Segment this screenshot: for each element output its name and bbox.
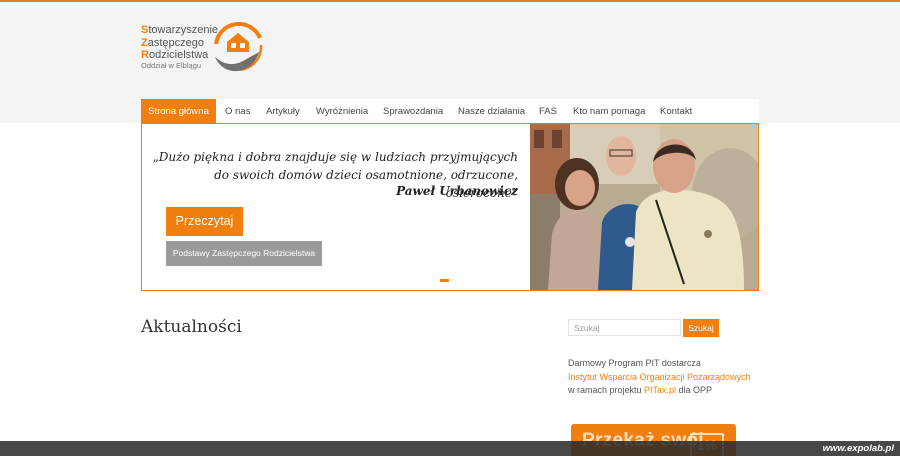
family-photo xyxy=(530,124,758,290)
nav-item-supporters[interactable]: Kto nam pomaga xyxy=(573,99,645,124)
logo-wordmark: Stowarzyszenie Zastępczego Rodzicielstwa xyxy=(141,24,219,61)
nav-item-articles[interactable]: Artykuły xyxy=(266,99,300,124)
pitax-link[interactable]: PITax.pl xyxy=(644,385,676,395)
hero-slider: „Dużo piękna i dobra znajduje się w ludz… xyxy=(141,123,759,291)
watermark-bar: www.expolab.pl xyxy=(0,441,900,456)
nav-item-awards[interactable]: Wyróżnienia xyxy=(316,99,368,124)
nav-item-home[interactable]: Strona główna xyxy=(141,99,216,124)
main-navigation: Strona główna O nas Artykuły Wyróżnienia… xyxy=(141,99,759,124)
read-button[interactable]: Przeczytaj xyxy=(166,207,243,236)
watermark-text: www.expolab.pl xyxy=(822,443,894,454)
pit-institute-link[interactable]: Instytut Wsparcia Organizacji Pozarządow… xyxy=(568,372,751,382)
nav-item-about[interactable]: O nas xyxy=(225,99,250,124)
site-logo[interactable]: Stowarzyszenie Zastępczego Rodzicielstwa… xyxy=(141,21,271,82)
pit-program-info: Darmowy Program PIT dostarcza Instytut W… xyxy=(568,357,768,398)
house-hand-logo-icon xyxy=(214,21,263,72)
nav-item-contact[interactable]: Kontakt xyxy=(660,99,692,124)
pit-line-1: Darmowy Program PIT dostarcza xyxy=(568,358,701,368)
news-section-title: Aktualności xyxy=(141,317,242,337)
search-button[interactable]: Szukaj xyxy=(683,319,719,337)
foster-parenting-basics-button[interactable]: Podstawy Zastępczego Rodzicielstwa xyxy=(166,241,322,266)
search-input[interactable] xyxy=(568,319,681,336)
nav-item-activities[interactable]: Nasze działania xyxy=(458,99,525,124)
logo-branch-name: Oddział w Elblągu xyxy=(141,61,202,70)
site-header: Stowarzyszenie Zastępczego Rodzicielstwa… xyxy=(0,2,900,124)
slider-quote-author: Paweł Urbanowicz xyxy=(396,184,518,198)
nav-item-fas[interactable]: FAS xyxy=(539,99,557,124)
slider-pagination-dot[interactable] xyxy=(440,279,449,282)
nav-item-reports[interactable]: Sprawozdania xyxy=(383,99,443,124)
